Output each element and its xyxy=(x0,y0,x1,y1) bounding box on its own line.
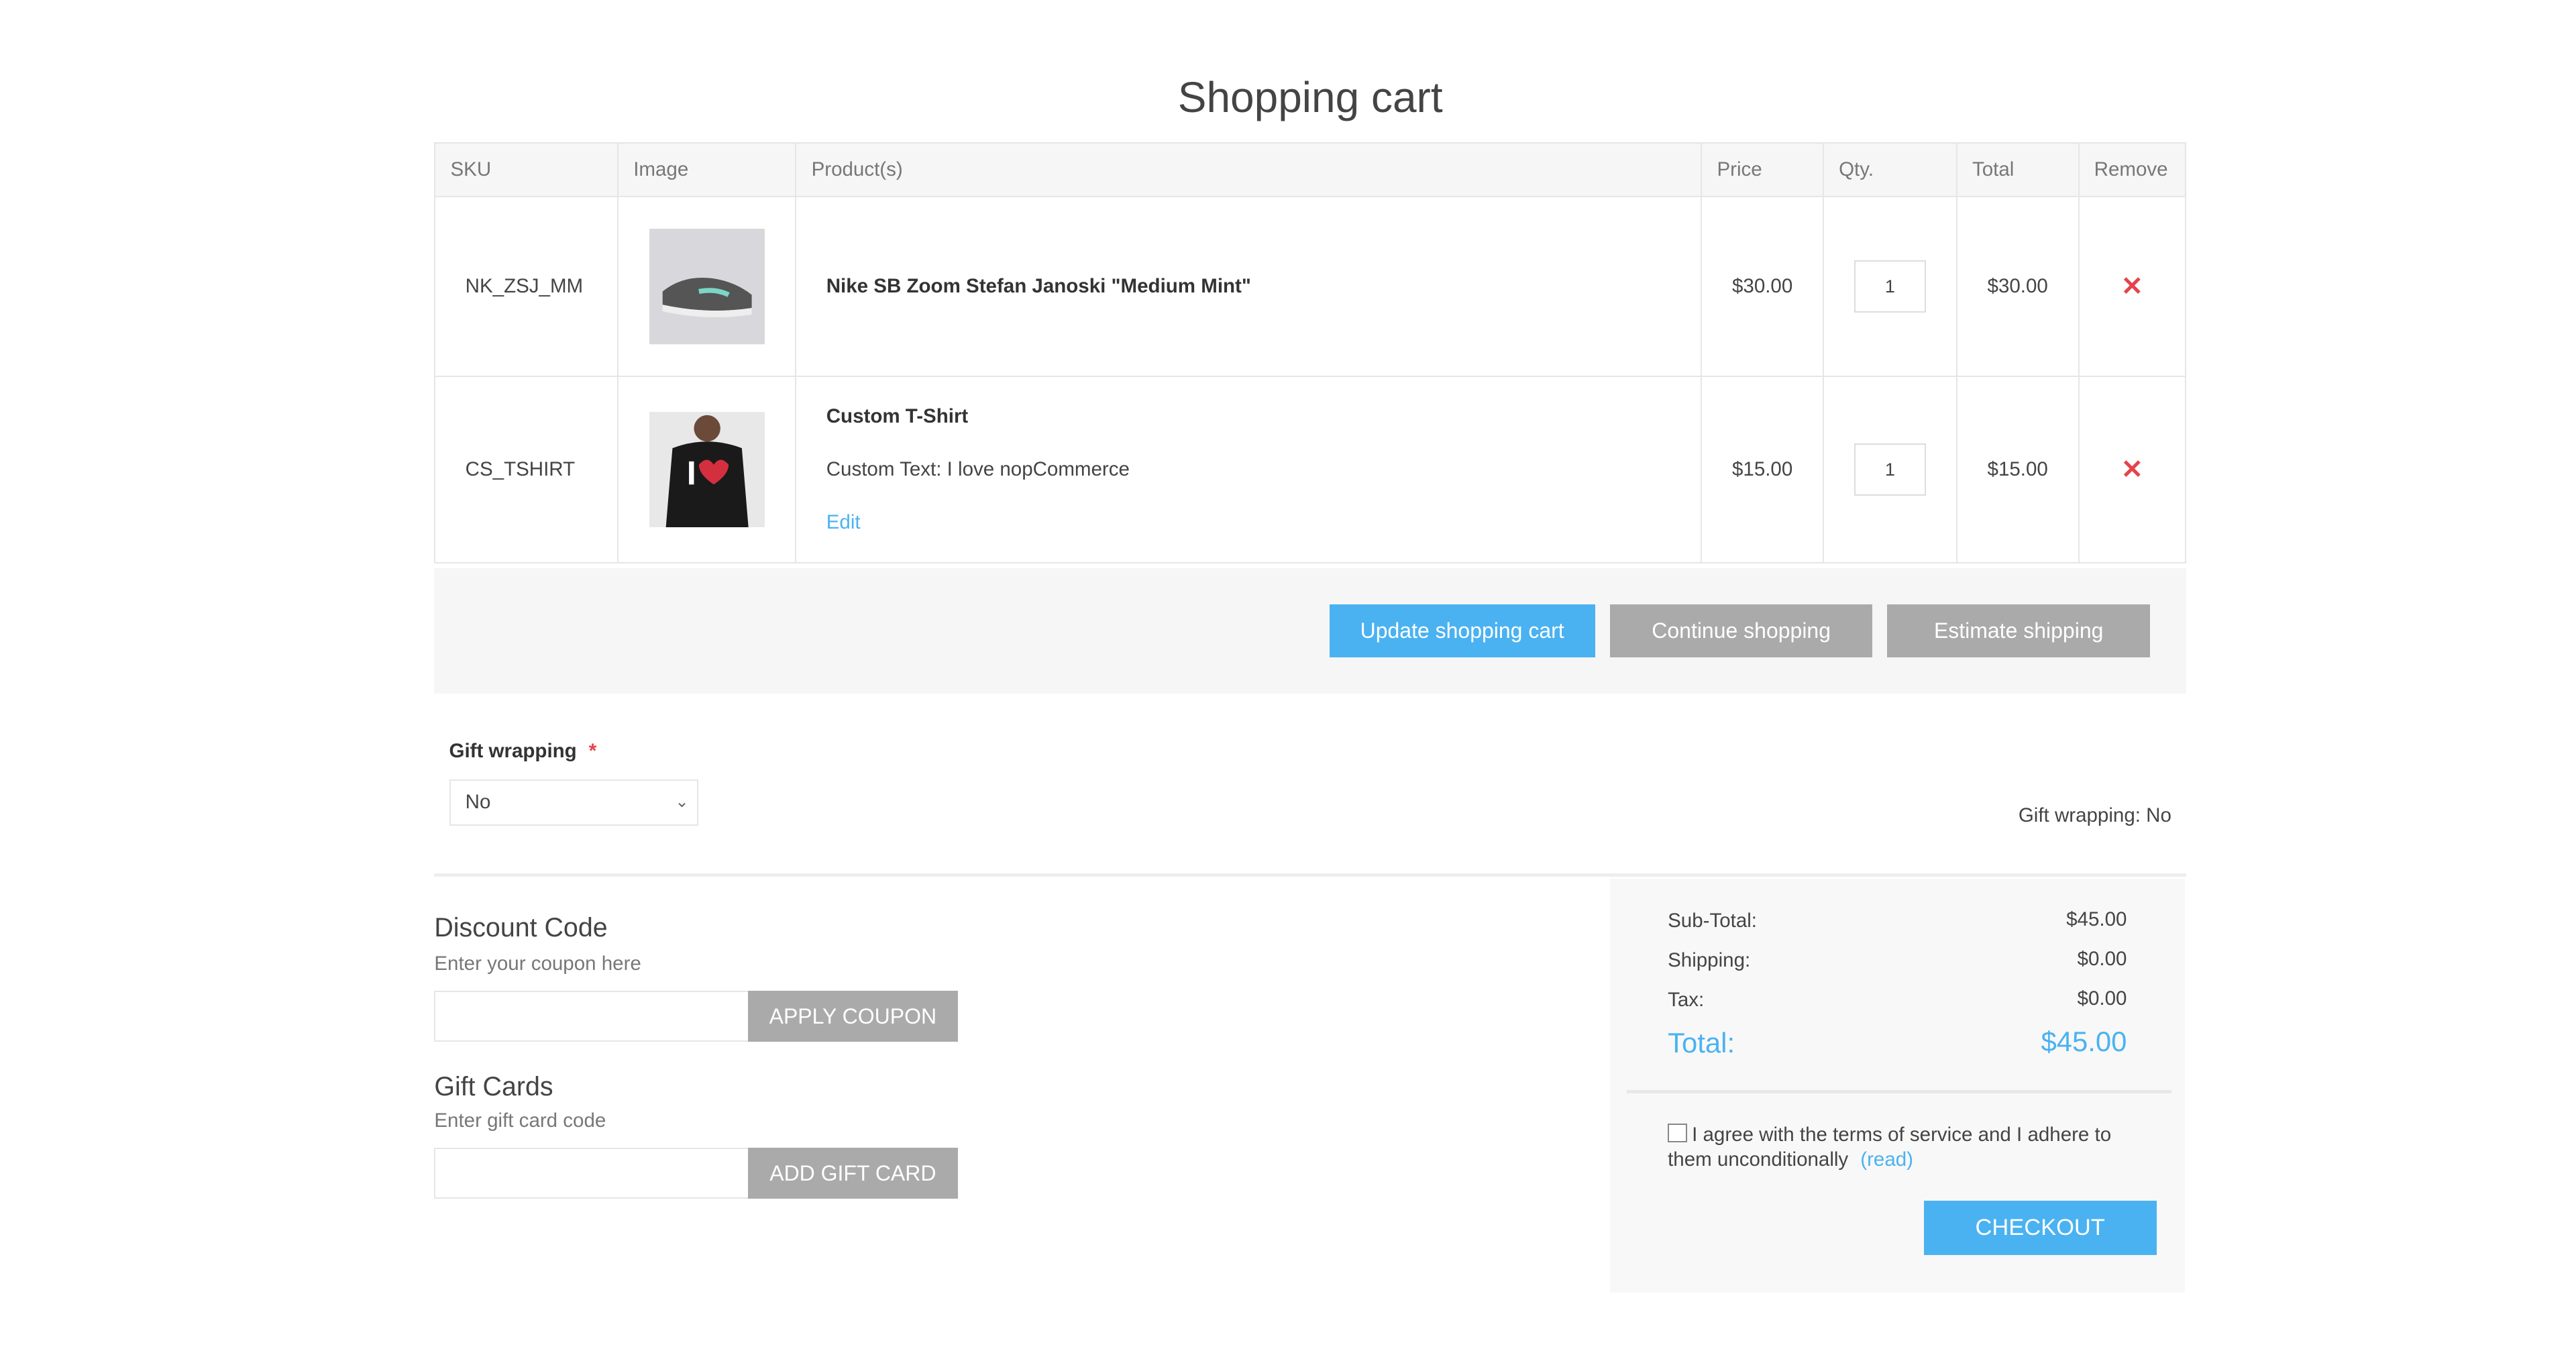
page-title: Shopping cart xyxy=(1177,73,1443,122)
chevron-down-icon: ⌄ xyxy=(675,792,689,811)
col-image: Image xyxy=(617,142,797,198)
shopping-cart-page: Shopping cart SKU Image Product(s) Price… xyxy=(0,0,2576,1357)
divider xyxy=(1626,1089,2171,1093)
update-cart-button[interactable]: Update shopping cart xyxy=(1329,604,1595,657)
col-qty: Qty. xyxy=(1822,142,1957,198)
terms-checkbox[interactable] xyxy=(1668,1123,1687,1143)
sku: CS_TSHIRT xyxy=(434,376,619,563)
product-image[interactable] xyxy=(617,376,797,563)
required-marker: * xyxy=(588,739,597,762)
remove-button[interactable]: ✕ xyxy=(2078,196,2186,378)
shoe-thumbnail[interactable] xyxy=(649,229,765,345)
continue-shopping-button[interactable]: Continue shopping xyxy=(1609,604,1873,657)
col-sku: SKU xyxy=(434,142,619,198)
gift-cards-title: Gift Cards xyxy=(434,1071,553,1101)
add-gift-card-button[interactable]: ADD GIFT CARD xyxy=(748,1147,958,1199)
col-price: Price xyxy=(1701,142,1824,198)
gift-wrapping-select[interactable]: No ⌄ xyxy=(449,779,699,826)
table-row: CS_TSHIRT Custom T-Shirt Custom Text: I … xyxy=(434,376,2186,563)
discount-code-input[interactable] xyxy=(434,990,750,1042)
terms-of-service: I agree with the terms of service and I … xyxy=(1668,1123,2147,1173)
cart-table: SKU Image Product(s) Price Qty. Total Re… xyxy=(434,142,2186,563)
gift-card-input[interactable] xyxy=(434,1147,750,1199)
remove-button[interactable]: ✕ xyxy=(2078,376,2186,563)
close-x-icon[interactable]: ✕ xyxy=(2121,455,2143,484)
tshirt-thumbnail[interactable] xyxy=(649,411,765,528)
col-remove: Remove xyxy=(2078,142,2186,198)
divider xyxy=(434,873,2186,877)
total-label: Total: xyxy=(1668,1027,1735,1059)
gift-cards-hint: Enter gift card code xyxy=(434,1109,606,1132)
gift-wrapping-label: Gift wrapping xyxy=(449,739,577,762)
apply-coupon-button[interactable]: APPLY COUPON xyxy=(748,990,958,1042)
subtotal-label: Sub-Total: xyxy=(1668,910,1758,932)
product-image[interactable] xyxy=(617,196,797,378)
tax-label: Tax: xyxy=(1668,989,1705,1012)
read-terms-link[interactable]: (read) xyxy=(1860,1148,1913,1171)
quantity-input[interactable]: 1 xyxy=(1854,443,1927,496)
close-x-icon[interactable]: ✕ xyxy=(2121,272,2143,301)
shipping-label: Shipping: xyxy=(1668,949,1751,972)
tax-value: $0.00 xyxy=(2077,987,2127,1010)
product-name-link[interactable]: Nike SB Zoom Stefan Janoski "Medium Mint… xyxy=(826,275,1251,297)
selected-value: No xyxy=(465,790,491,813)
subtotal-value: $45.00 xyxy=(2066,908,2127,930)
discount-title: Discount Code xyxy=(434,913,608,943)
quantity-input[interactable]: 1 xyxy=(1854,260,1927,313)
price: $15.00 xyxy=(1701,376,1824,563)
edit-link[interactable]: Edit xyxy=(826,496,1686,549)
line-total: $15.00 xyxy=(1955,376,2080,563)
product-name-link[interactable]: Custom T-Shirt xyxy=(826,390,1686,443)
checkout-button[interactable]: CHECKOUT xyxy=(1923,1200,2157,1255)
discount-hint: Enter your coupon here xyxy=(434,953,641,975)
product-attribute: Custom Text: I love nopCommerce xyxy=(826,457,1130,480)
price: $30.00 xyxy=(1701,196,1824,378)
col-total: Total xyxy=(1955,142,2080,198)
table-row: NK_ZSJ_MM Nike SB Zoom Stefan Janoski "M… xyxy=(434,196,2186,378)
col-products: Product(s) xyxy=(795,142,1703,198)
estimate-shipping-button[interactable]: Estimate shipping xyxy=(1887,604,2150,657)
line-total: $30.00 xyxy=(1955,196,2080,378)
total-value: $45.00 xyxy=(2041,1025,2127,1057)
gift-wrapping-summary: Gift wrapping: No xyxy=(2018,804,2171,826)
sku: NK_ZSJ_MM xyxy=(434,196,619,378)
shipping-value: $0.00 xyxy=(2077,947,2127,970)
